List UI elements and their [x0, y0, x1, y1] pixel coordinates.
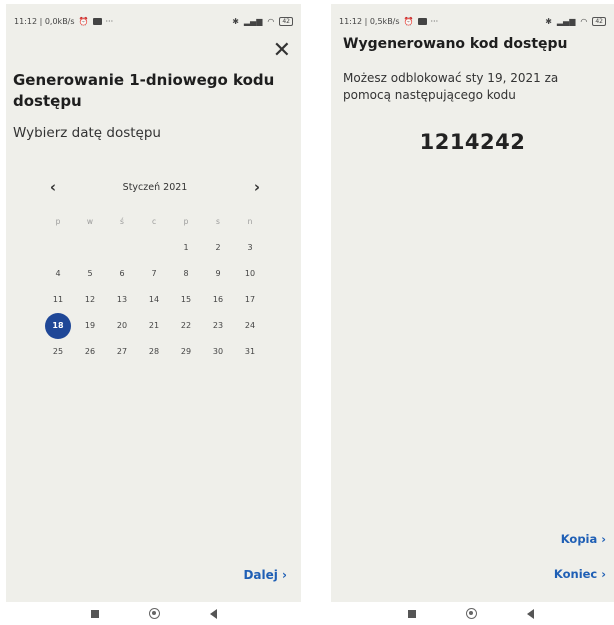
weekday-label: p: [183, 217, 189, 226]
calendar-day[interactable]: 16: [202, 287, 234, 313]
right-phone: 11:12 | 0,5kB/s ⏰ ··· ✱ ▂▄▆ ◠ 42 Wygener…: [327, 0, 614, 625]
calendar-grid: p w ś c p s n 1 2 3 4 5 6 7 8 9 10 11 12 13 14 15 16 17 18 19 20 21…: [42, 209, 266, 365]
calendar-day[interactable]: 22: [170, 313, 202, 339]
calendar-day[interactable]: 26: [74, 339, 106, 365]
weekday-label: c: [151, 217, 157, 226]
page-title: Wygenerowano kod dostępu: [343, 36, 568, 52]
calendar-week-row: 25 26 27 28 29 30 31: [42, 339, 266, 365]
battery-icon: 42: [279, 16, 293, 26]
weekday-label: n: [247, 217, 253, 226]
next-button[interactable]: Dalej ›: [243, 568, 287, 582]
calendar-day[interactable]: 3: [234, 235, 266, 261]
calendar-day[interactable]: 20: [106, 313, 138, 339]
more-notifications-icon: ···: [105, 16, 114, 26]
copy-button[interactable]: Kopia ›: [561, 532, 606, 546]
calendar-day[interactable]: 27: [106, 339, 138, 365]
calendar-day[interactable]: 13: [106, 287, 138, 313]
close-icon[interactable]: ✕: [273, 40, 291, 62]
access-code: 1214242: [419, 130, 526, 154]
calendar-day[interactable]: 2: [202, 235, 234, 261]
calendar-day[interactable]: 14: [138, 287, 170, 313]
calendar-day[interactable]: 19: [74, 313, 106, 339]
calendar-day[interactable]: 30: [202, 339, 234, 365]
weekday-label: s: [216, 217, 220, 226]
bluetooth-icon: ✱: [232, 16, 239, 26]
calendar-empty-cell: [138, 235, 170, 261]
calendar-month-label: Styczeń 2021: [122, 181, 188, 193]
more-notifications-icon: ···: [430, 16, 439, 26]
calendar-day[interactable]: 9: [202, 261, 234, 287]
calendar-day[interactable]: 23: [202, 313, 234, 339]
recents-button[interactable]: [407, 609, 416, 618]
alarm-icon: ⏰: [78, 16, 89, 26]
calendar-day[interactable]: 7: [138, 261, 170, 287]
calendar-day[interactable]: 21: [138, 313, 170, 339]
system-nav-bar: [327, 602, 614, 625]
home-button[interactable]: [148, 608, 160, 619]
bluetooth-icon: ✱: [545, 16, 552, 26]
calendar-header: ‹ Styczeń 2021 ›: [46, 178, 264, 196]
back-button[interactable]: [526, 608, 534, 619]
code-result-screen: 11:12 | 0,5kB/s ⏰ ··· ✱ ▂▄▆ ◠ 42 Wygener…: [331, 4, 614, 602]
calendar-week-row: 4 5 6 7 8 9 10: [42, 261, 266, 287]
calendar-day[interactable]: 25: [42, 339, 74, 365]
calendar-day[interactable]: 4: [42, 261, 74, 287]
status-bar: 11:12 | 0,0kB/s ⏰ ··· ✱ ▂▄▆ ◠ 42: [14, 14, 293, 28]
page-title: Generowanie 1-dniowego kodu dostępu: [13, 71, 275, 110]
home-button[interactable]: [465, 608, 477, 619]
calendar-day-selected[interactable]: 18: [42, 313, 74, 339]
calendar-day[interactable]: 29: [170, 339, 202, 365]
calendar-day[interactable]: 12: [74, 287, 106, 313]
battery-icon: 42: [592, 16, 606, 26]
signal-icon: ▂▄▆: [243, 16, 263, 26]
status-time: 11:12 | 0,0kB/s: [14, 16, 75, 26]
calendar-day[interactable]: 1: [170, 235, 202, 261]
message-icon: [92, 17, 102, 25]
calendar-day[interactable]: 6: [106, 261, 138, 287]
chevron-right-icon[interactable]: ›: [250, 178, 264, 196]
calendar-day[interactable]: 11: [42, 287, 74, 313]
system-nav-bar: [0, 602, 307, 625]
calendar-day[interactable]: 10: [234, 261, 266, 287]
weekday-label: p: [55, 217, 61, 226]
calendar-day[interactable]: 8: [170, 261, 202, 287]
calendar-empty-cell: [106, 235, 138, 261]
calendar-day[interactable]: 24: [234, 313, 266, 339]
calendar-day[interactable]: 5: [74, 261, 106, 287]
code-description: Możesz odblokować sty 19, 2021 za pomocą…: [343, 71, 559, 102]
back-button[interactable]: [209, 608, 217, 619]
alarm-icon: ⏰: [403, 16, 414, 26]
calendar-week-row: 18 19 20 21 22 23 24: [42, 313, 266, 339]
calendar-day[interactable]: 31: [234, 339, 266, 365]
chevron-left-icon[interactable]: ‹: [46, 178, 60, 196]
calendar-weekday-row: pwścpsn: [42, 209, 266, 235]
weekday-label: w: [86, 217, 94, 226]
calendar-day[interactable]: 15: [170, 287, 202, 313]
wifi-icon: ◠: [580, 16, 588, 26]
code-generation-screen: 11:12 | 0,0kB/s ⏰ ··· ✱ ▂▄▆ ◠ 42 ✕ Gener…: [6, 4, 301, 602]
weekday-label: ś: [120, 217, 124, 226]
calendar-empty-cell: [74, 235, 106, 261]
calendar-day[interactable]: 28: [138, 339, 170, 365]
calendar-day[interactable]: 17: [234, 287, 266, 313]
calendar-week-row: 123: [42, 235, 266, 261]
finish-button[interactable]: Koniec ›: [554, 567, 606, 581]
message-icon: [417, 17, 427, 25]
left-phone: 11:12 | 0,0kB/s ⏰ ··· ✱ ▂▄▆ ◠ 42 ✕ Gener…: [0, 0, 307, 625]
recents-button[interactable]: [90, 609, 99, 618]
page-subtitle: Wybierz datę dostępu: [13, 125, 161, 141]
calendar-week-row: 11 12 13 14 15 16 17: [42, 287, 266, 313]
signal-icon: ▂▄▆: [556, 16, 576, 26]
calendar-empty-cell: [42, 235, 74, 261]
status-time: 11:12 | 0,5kB/s: [339, 16, 400, 26]
status-bar: 11:12 | 0,5kB/s ⏰ ··· ✱ ▂▄▆ ◠ 42: [339, 14, 606, 28]
wifi-icon: ◠: [267, 16, 275, 26]
